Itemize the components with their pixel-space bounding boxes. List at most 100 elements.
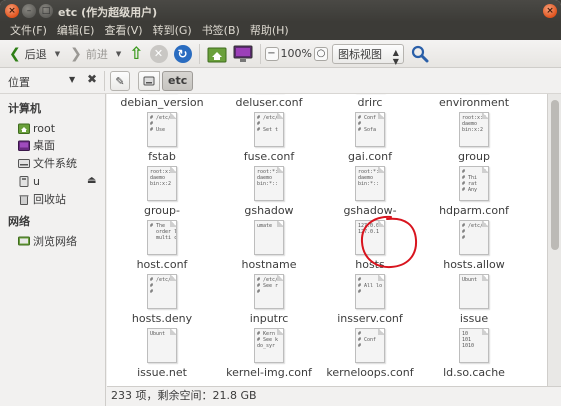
file-item[interactable]: environment <box>419 94 529 110</box>
menu-view[interactable]: 查看(V) <box>99 22 147 40</box>
file-item[interactable]: root:x: daemo bin:x:2 group- <box>107 166 217 218</box>
file-name: inputrc <box>249 312 289 325</box>
filesystem-root-crumb[interactable] <box>138 71 160 91</box>
close-window-right-icon[interactable]: × <box>543 4 557 18</box>
file-name: issue <box>459 312 489 325</box>
minimize-window-icon[interactable]: – <box>22 4 36 18</box>
file-item[interactable]: # # Conf # kerneloops.conf <box>315 328 425 380</box>
sidebar-type-dropdown-icon[interactable]: ▼ <box>69 75 75 84</box>
file-item[interactable]: umate hostname <box>214 220 324 272</box>
stop-icon: ✕ <box>149 44 168 63</box>
breadcrumb-current-folder[interactable]: etc <box>162 71 194 91</box>
sidebar-item-label: root <box>33 121 56 135</box>
sidebar-item-trash[interactable]: 回收站 <box>18 191 104 207</box>
home-button[interactable] <box>204 43 230 65</box>
file-name: debian_version <box>120 96 204 109</box>
file-item[interactable]: # /etc/ # # hosts.allow <box>419 220 529 272</box>
file-name: deluser.conf <box>235 96 303 109</box>
edit-location-icon[interactable]: ✎ <box>110 71 130 91</box>
file-item[interactable]: root:*: daemo bin:*:: gshadow- <box>315 166 425 218</box>
file-item[interactable]: # /etc/ # # Use fstab <box>107 112 217 164</box>
file-name: fuse.conf <box>243 150 295 163</box>
file-item[interactable]: 127.0.0 127.0.1 hosts <box>315 220 425 272</box>
file-item[interactable]: debian_version <box>107 94 217 110</box>
close-window-icon[interactable]: × <box>5 4 19 18</box>
file-item[interactable]: # # All lo # insserv.conf <box>315 274 425 326</box>
file-item[interactable]: # # Thi # rat # Any hdparm.conf <box>419 166 529 218</box>
menu-file[interactable]: 文件(F) <box>5 22 52 40</box>
home-folder-icon <box>207 47 226 62</box>
file-item[interactable]: deluser.conf <box>214 94 324 110</box>
menu-help[interactable]: 帮助(H) <box>245 22 294 40</box>
file-item[interactable]: Ubunt issue.net <box>107 328 217 380</box>
search-button[interactable] <box>408 43 432 65</box>
back-button[interactable]: ❮ 后退 ▼ <box>6 43 63 65</box>
up-arrow-icon: ⇧ <box>129 43 144 64</box>
reload-button[interactable]: ↻ <box>171 43 195 65</box>
file-name: hosts <box>355 258 385 271</box>
forward-button[interactable]: ❯ 前进 ▼ <box>67 43 124 65</box>
text-file-icon: # /etc/ # See r # <box>254 274 284 309</box>
sidebar: 计算机 root 桌面 文件系统 u ⏏ 回收站 网络 浏览网络 <box>0 94 106 406</box>
text-file-icon: # /etc/ # # Set t <box>254 112 284 147</box>
file-item[interactable]: 10 101 1010 ld.so.cache <box>419 328 529 380</box>
desktop-icon <box>18 140 30 151</box>
view-mode-dropdown-icon: ▲ ▼ <box>392 47 399 66</box>
up-button[interactable]: ⇧ <box>126 43 146 65</box>
text-file-icon: # /etc/ # # <box>459 220 489 255</box>
text-file-icon: # The order l multi c <box>147 220 177 255</box>
file-name: kernel-img.conf <box>226 366 312 379</box>
sidebar-item-root[interactable]: root <box>18 120 104 136</box>
search-icon <box>411 45 429 62</box>
zoom-reset-icon[interactable]: ○ <box>313 46 328 61</box>
menu-go[interactable]: 转到(G) <box>148 22 197 40</box>
zoom-out-icon[interactable]: − <box>264 46 279 61</box>
sidebar-item-desktop[interactable]: 桌面 <box>18 137 104 153</box>
file-name: gai.conf <box>348 150 392 163</box>
sidebar-item-label: 回收站 <box>33 193 66 206</box>
view-mode-select[interactable]: 图标视图 ▲ ▼ <box>331 43 404 66</box>
computer-button[interactable] <box>230 43 256 65</box>
file-item[interactable]: root:*: daemo bin:*:: gshadow <box>214 166 324 218</box>
sidebar-type-label[interactable]: 位置 <box>8 74 30 90</box>
usb-drive-icon <box>19 175 29 187</box>
forward-history-dropdown-icon[interactable]: ▼ <box>116 50 121 58</box>
close-sidebar-icon[interactable]: ✖ <box>87 72 97 86</box>
file-item[interactable]: # /etc/ # See r # inputrc <box>214 274 324 326</box>
computer-monitor-icon <box>233 45 252 62</box>
sidebar-item-filesystem[interactable]: 文件系统 <box>18 155 104 171</box>
file-name: group- <box>144 204 180 217</box>
back-history-dropdown-icon[interactable]: ▼ <box>55 50 60 58</box>
menu-bar: 文件(F) 编辑(E) 查看(V) 转到(G) 书签(B) 帮助(H) <box>0 22 561 40</box>
toolbar-separator <box>259 43 261 64</box>
title-bar[interactable]: × – □ etc (作为超级用户) × <box>0 0 561 22</box>
file-item[interactable]: # /etc/ # # hosts.deny <box>107 274 217 326</box>
file-icon-view[interactable]: debian_version deluser.conf drirc environme… <box>107 94 547 386</box>
file-name: hdparm.conf <box>439 204 509 217</box>
vertical-scrollbar[interactable] <box>547 94 561 386</box>
file-item[interactable]: # Kern # See k do_syr kernel-img.conf <box>214 328 324 380</box>
maximize-window-icon[interactable]: □ <box>39 4 53 18</box>
file-name: hosts.allow <box>443 258 505 271</box>
text-file-icon: 127.0.0 127.0.1 <box>355 220 385 255</box>
file-name: insserv.conf <box>337 312 403 325</box>
menu-bookmarks[interactable]: 书签(B) <box>197 22 245 40</box>
file-item[interactable]: drirc <box>315 94 425 110</box>
file-manager-window: × – □ etc (作为超级用户) × 文件(F) 编辑(E) 查看(V) 转… <box>0 0 561 406</box>
window-title: etc (作为超级用户) <box>58 6 158 19</box>
sidebar-item-browse-network[interactable]: 浏览网络 <box>18 233 104 249</box>
file-item[interactable]: # The order l multi c host.conf <box>107 220 217 272</box>
file-item[interactable]: root:x: daemo bin:x:2 group <box>419 112 529 164</box>
menu-edit[interactable]: 编辑(E) <box>52 22 100 40</box>
file-item[interactable]: # /etc/ # # Set t fuse.conf <box>214 112 324 164</box>
file-name: environment <box>438 96 510 109</box>
file-item[interactable]: Ubunt issue <box>419 274 529 326</box>
file-name: fstab <box>148 150 176 163</box>
stop-button[interactable]: ✕ <box>147 43 171 65</box>
eject-icon[interactable]: ⏏ <box>87 175 96 186</box>
scrollbar-thumb[interactable] <box>551 100 559 250</box>
file-name: gshadow- <box>343 204 397 217</box>
text-file-icon: root:*: daemo bin:*:: <box>355 166 385 201</box>
back-arrow-icon: ❮ <box>9 45 21 62</box>
file-item[interactable]: # Conf # # Sofa gai.conf <box>315 112 425 164</box>
